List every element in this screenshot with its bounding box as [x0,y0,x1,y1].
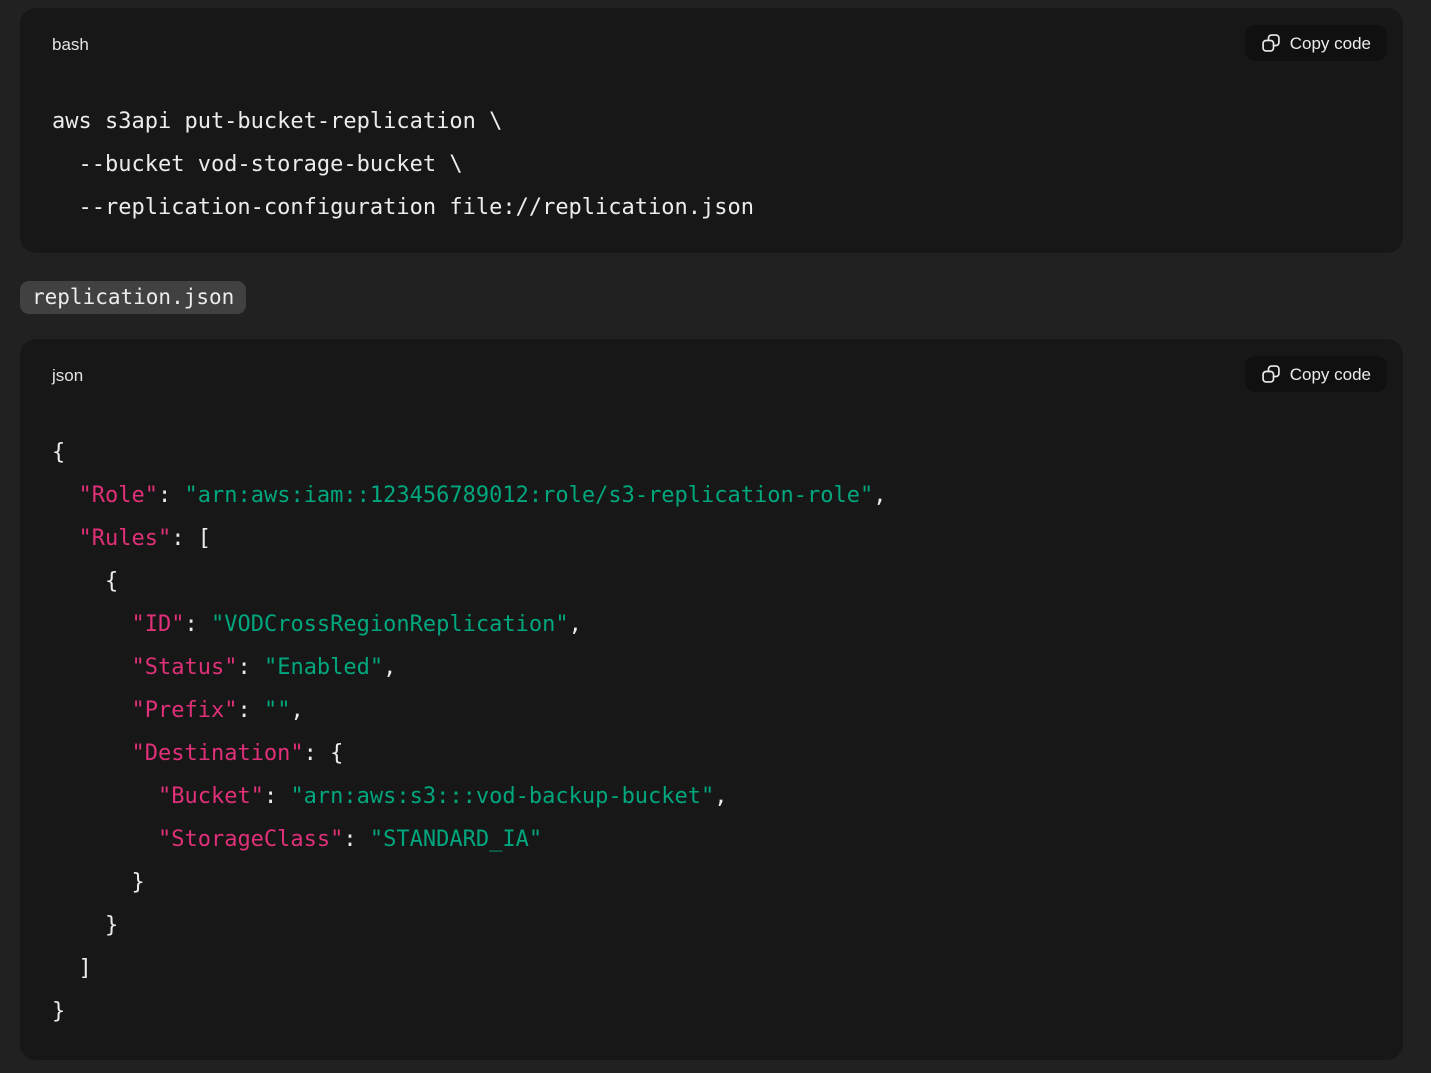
code-line: "Status": "Enabled", [52,646,1373,689]
code-line: "Prefix": "", [52,689,1373,732]
copy-code-label: Copy code [1290,35,1371,52]
code-line: } [52,990,1373,1033]
copy-icon [1261,364,1281,384]
code-line: "Destination": { [52,732,1373,775]
code-line: aws s3api put-bucket-replication \ [52,100,1373,143]
code-line: ] [52,947,1373,990]
code-line: { [52,560,1373,603]
code-line: "StorageClass": "STANDARD_IA" [52,818,1373,861]
inline-code-chip: replication.json [20,281,246,314]
code-line: } [52,861,1373,904]
copy-icon [1261,33,1281,53]
code-block-header: bash Copy code [52,34,1373,56]
code-line: --replication-configuration file://repli… [52,186,1373,229]
copy-code-button[interactable]: Copy code [1245,25,1387,61]
copy-code-label: Copy code [1290,366,1371,383]
code-language-label: bash [52,35,89,55]
code-block-header: json Copy code [52,365,1373,387]
bash-code-block: bash Copy code aws s3api put-bucket-repl… [20,8,1403,253]
code-language-label: json [52,366,83,386]
code-line: --bucket vod-storage-bucket \ [52,143,1373,186]
inline-code-row: replication.json [20,281,1403,314]
code-line: "Role": "arn:aws:iam::123456789012:role/… [52,474,1373,517]
code-line: "ID": "VODCrossRegionReplication", [52,603,1373,646]
bash-code: aws s3api put-bucket-replication \ --buc… [52,100,1373,229]
code-line: "Rules": [ [52,517,1373,560]
chat-message-content: bash Copy code aws s3api put-bucket-repl… [20,8,1403,1060]
json-code-block: json Copy code { "Role": "arn:aws:iam::1… [20,339,1403,1060]
code-line: { [52,431,1373,474]
code-line: } [52,904,1373,947]
json-code: { "Role": "arn:aws:iam::123456789012:rol… [52,431,1373,1033]
copy-code-button[interactable]: Copy code [1245,356,1387,392]
code-line: "Bucket": "arn:aws:s3:::vod-backup-bucke… [52,775,1373,818]
